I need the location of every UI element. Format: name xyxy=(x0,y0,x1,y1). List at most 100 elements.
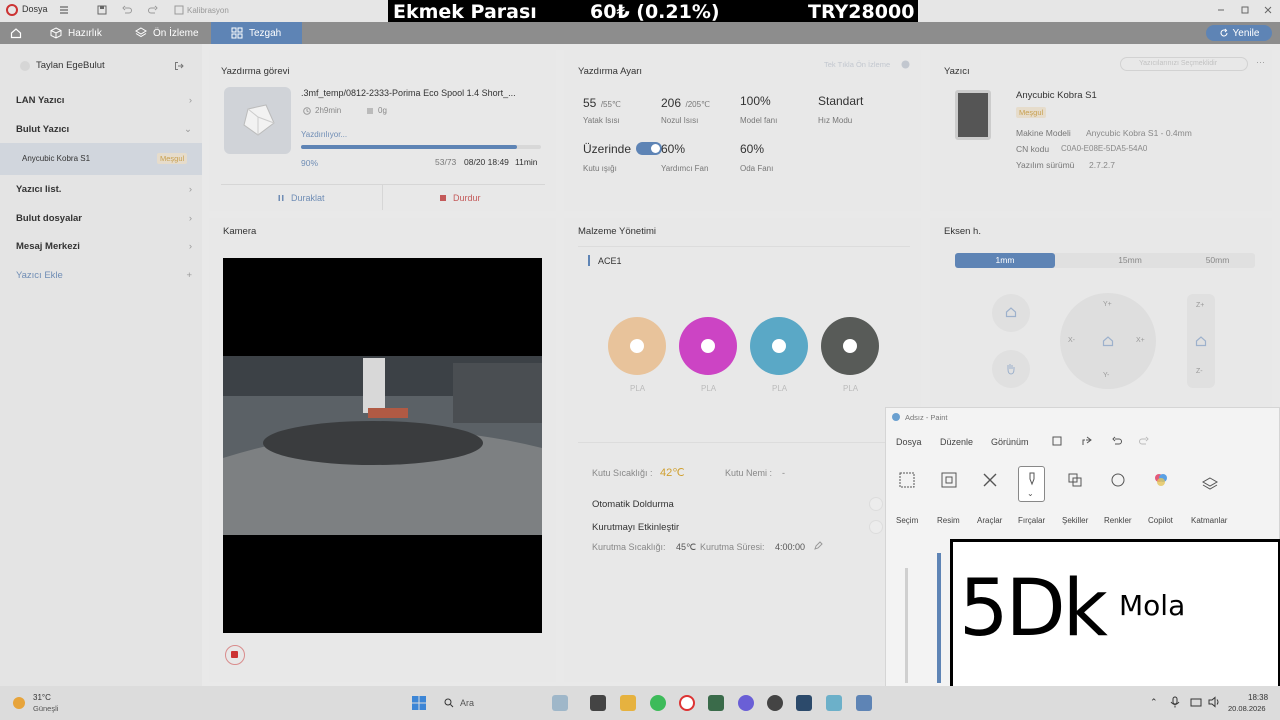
nozzle-temp[interactable]: 206 /205℃ xyxy=(661,94,710,112)
jog-y-minus[interactable]: Y- xyxy=(1103,372,1109,379)
taskbar-app-spotify-icon[interactable] xyxy=(650,695,666,711)
windows-start-icon[interactable] xyxy=(411,695,427,711)
logout-icon[interactable] xyxy=(174,61,184,71)
paint-canvas[interactable]: 5Dk Mola xyxy=(950,539,1280,691)
layers-icon[interactable] xyxy=(1202,476,1218,492)
taskbar-app-steam-icon[interactable] xyxy=(796,695,812,711)
close-icon[interactable] xyxy=(1263,5,1277,19)
taskbar-app-opera-icon[interactable] xyxy=(679,695,695,711)
calibration-menu[interactable]: Kalibrasyon xyxy=(187,6,229,15)
step-15mm[interactable]: 15mm xyxy=(1080,253,1180,268)
one-click-preview-link[interactable]: Tek Tıkla Ön İzleme xyxy=(824,60,890,69)
aux-fan-value[interactable]: 60% xyxy=(661,142,685,156)
paint-undo-icon[interactable] xyxy=(1112,436,1122,446)
volume-icon[interactable] xyxy=(1208,696,1220,708)
tab-workbench[interactable]: Tezgah xyxy=(211,22,302,44)
info-icon[interactable] xyxy=(901,60,910,69)
paint-menu-file[interactable]: Dosya xyxy=(896,437,922,447)
paint-redo-icon[interactable] xyxy=(1139,436,1149,446)
refresh-button[interactable]: Yenile xyxy=(1206,25,1272,41)
calibration-icon[interactable] xyxy=(173,4,187,18)
taskbar-app-discord-icon[interactable] xyxy=(738,695,754,711)
step-50mm[interactable]: 50mm xyxy=(1180,253,1255,268)
sidebar-item-cloud-files[interactable]: Bulut dosyalar › xyxy=(16,213,192,224)
auto-refill-toggle[interactable] xyxy=(869,497,883,511)
clock-time[interactable]: 18:38 xyxy=(1248,693,1268,702)
taskbar-app-xbox-icon[interactable] xyxy=(708,695,724,711)
spool-slot-2[interactable] xyxy=(679,317,739,377)
pause-button[interactable]: Duraklat xyxy=(277,193,325,203)
avatar[interactable] xyxy=(20,60,30,71)
jog-x-plus[interactable]: X+ xyxy=(1136,337,1145,344)
jog-y-plus[interactable]: Y+ xyxy=(1103,301,1112,308)
stop-button[interactable]: Durdur xyxy=(439,193,481,203)
restore-icon[interactable] xyxy=(1240,5,1254,19)
jog-x-minus[interactable]: X- xyxy=(1068,337,1075,344)
tab-prepare[interactable]: Hazırlık xyxy=(30,22,125,44)
home-button[interactable] xyxy=(0,22,30,44)
user-row: Taylan EgeBulut xyxy=(20,60,184,71)
selection-icon[interactable] xyxy=(899,472,915,488)
copilot-icon[interactable] xyxy=(1153,472,1169,488)
save-icon[interactable] xyxy=(96,4,110,18)
opacity-slider[interactable] xyxy=(937,553,941,683)
shapes-icon[interactable] xyxy=(1067,472,1083,488)
step-1mm[interactable]: 1mm xyxy=(955,253,1055,268)
home-xy-button[interactable] xyxy=(992,294,1030,332)
paint-menu-edit[interactable]: Düzenle xyxy=(940,437,973,447)
home-z-icon[interactable] xyxy=(1195,335,1207,347)
weather-temp[interactable]: 31°C xyxy=(33,693,51,702)
paint-save-icon[interactable] xyxy=(1052,436,1062,446)
sidebar-item-message-center[interactable]: Mesaj Merkezi › xyxy=(16,241,192,252)
light-toggle[interactable] xyxy=(636,142,662,155)
taskbar-app-terminal-icon[interactable] xyxy=(590,695,606,711)
mic-icon[interactable] xyxy=(1170,696,1180,708)
room-fan-value[interactable]: 60% xyxy=(740,142,764,156)
enable-drying-toggle[interactable] xyxy=(869,520,883,534)
network-icon[interactable] xyxy=(1190,696,1202,708)
brushes-button[interactable]: ⌄ xyxy=(1018,466,1045,502)
undo-icon[interactable] xyxy=(121,4,135,18)
record-button[interactable] xyxy=(225,645,245,665)
speed-mode-value[interactable]: Standart xyxy=(818,94,863,108)
clock-date[interactable]: 20.08.2026 xyxy=(1228,704,1266,713)
colors-icon[interactable] xyxy=(1110,472,1126,488)
sidebar-item-cloud-printer[interactable]: Bulut Yazıcı ⌄ xyxy=(16,124,192,135)
motors-off-button[interactable] xyxy=(992,350,1030,388)
bed-temp[interactable]: 55 /55℃ xyxy=(583,94,621,112)
brush-size-slider[interactable] xyxy=(905,568,908,683)
spool-slot-3[interactable] xyxy=(750,317,810,377)
spool-slot-4[interactable] xyxy=(821,317,881,377)
tools-icon[interactable] xyxy=(982,472,998,488)
sidebar-item-lan-printer[interactable]: LAN Yazıcı › xyxy=(16,95,192,106)
taskbar-app-browser-icon[interactable] xyxy=(552,695,568,711)
paint-share-icon[interactable] xyxy=(1082,436,1092,446)
xy-jog-pad[interactable]: Y+ Y- X- X+ xyxy=(1060,293,1156,389)
image-icon[interactable] xyxy=(941,472,957,488)
taskbar-app-folder-icon[interactable] xyxy=(620,695,636,711)
home-center-icon[interactable] xyxy=(1102,335,1114,347)
taskbar-app-slicer-icon[interactable] xyxy=(826,695,842,711)
model-fan-value[interactable]: 100% xyxy=(740,94,771,108)
taskbar-app-anycubic-icon[interactable] xyxy=(856,695,872,711)
sidebar-printer-entry[interactable]: Anycubic Kobra S1 Meşgul xyxy=(0,143,202,175)
add-printer-button[interactable]: Yazıcı Ekle + xyxy=(16,270,192,281)
printer-selector[interactable]: Yazıcılarınızı Seçmeklidir xyxy=(1120,57,1248,71)
jog-z-minus[interactable]: Z- xyxy=(1196,368,1203,375)
jog-z-plus[interactable]: Z+ xyxy=(1196,302,1204,309)
tab-preview[interactable]: Ön İzleme xyxy=(115,22,211,44)
more-icon[interactable]: ··· xyxy=(1256,57,1265,67)
camera-panel: Kamera xyxy=(209,218,556,682)
taskbar-app-github-icon[interactable] xyxy=(767,695,783,711)
redo-icon[interactable] xyxy=(147,4,161,18)
paint-menu-view[interactable]: Görünüm xyxy=(991,437,1029,447)
menu-icon[interactable] xyxy=(58,4,72,18)
taskbar-search[interactable]: Ara xyxy=(436,693,536,713)
weather-desc[interactable]: Güneşli xyxy=(33,704,58,713)
sidebar-item-printer-list[interactable]: Yazıcı list. › xyxy=(16,184,192,195)
spool-slot-1[interactable] xyxy=(608,317,668,377)
edit-icon[interactable] xyxy=(814,541,823,550)
file-menu[interactable]: Dosya xyxy=(22,4,48,14)
tray-chevron-up-icon[interactable]: ⌃ xyxy=(1150,697,1158,708)
minimize-icon[interactable] xyxy=(1216,5,1230,19)
